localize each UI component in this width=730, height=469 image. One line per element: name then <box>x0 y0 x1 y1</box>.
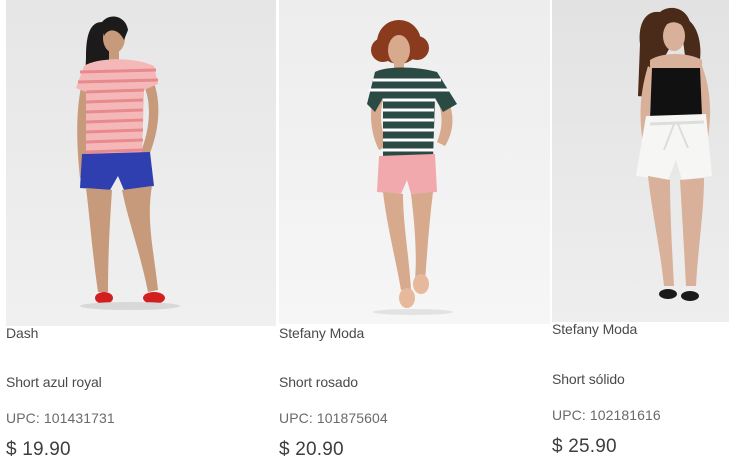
product-card[interactable]: Stefany Moda Short rosado UPC: 101875604… <box>279 0 550 460</box>
product-image[interactable] <box>6 0 276 326</box>
product-photo-illustration <box>76 16 180 310</box>
product-card[interactable]: Dash Short azul royal UPC: 101431731 $ 1… <box>6 0 276 460</box>
product-image[interactable] <box>552 0 729 322</box>
product-brand[interactable]: Stefany Moda <box>279 325 364 341</box>
product-upc: UPC: 102181616 <box>552 407 661 423</box>
product-photo-illustration <box>367 20 457 315</box>
product-name[interactable]: Short sólido <box>552 371 625 387</box>
product-brand[interactable]: Stefany Moda <box>552 321 637 337</box>
product-brand[interactable]: Dash <box>6 325 38 341</box>
product-price: $ 19.90 <box>6 439 71 460</box>
product-price: $ 20.90 <box>279 439 344 460</box>
product-image[interactable] <box>279 0 550 324</box>
product-upc: UPC: 101875604 <box>279 410 388 426</box>
product-name[interactable]: Short rosado <box>279 374 358 390</box>
product-upc: UPC: 101431731 <box>6 410 115 426</box>
product-photo-illustration <box>636 7 712 301</box>
product-price: $ 25.90 <box>552 436 617 457</box>
product-name[interactable]: Short azul royal <box>6 374 102 390</box>
product-card[interactable]: Stefany Moda Short sólido UPC: 102181616… <box>552 0 729 457</box>
